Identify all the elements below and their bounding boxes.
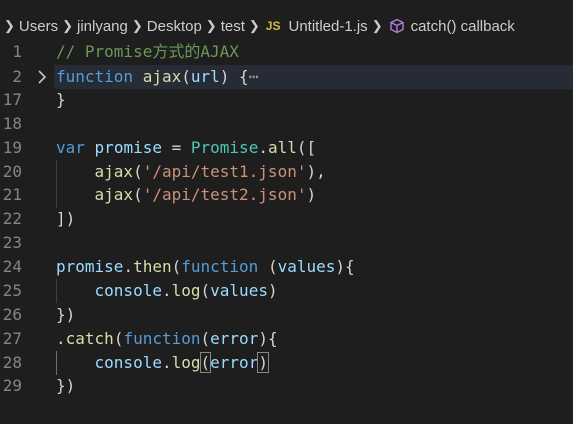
- line-number: 20: [2, 162, 22, 181]
- code-line: ajax('/api/test2.json'): [56, 183, 317, 207]
- line-number: 27: [2, 329, 22, 348]
- code-punct: ): [267, 281, 278, 300]
- line-number: 18: [2, 114, 22, 133]
- code-punct: ){: [335, 257, 355, 276]
- code-class: Promise: [190, 138, 259, 157]
- line-number: 24: [2, 257, 22, 276]
- code-method: all: [267, 138, 297, 157]
- code-punct: (: [181, 67, 191, 86]
- code-line: promise.then(function (values){: [56, 255, 355, 279]
- line-number: 21: [2, 185, 22, 204]
- code-string: '/api/test1.json': [142, 162, 307, 181]
- matched-bracket: (: [199, 352, 212, 373]
- breadcrumb-file[interactable]: Untitled-1.js: [288, 18, 367, 35]
- breadcrumb: ❯ Users ❯ jinlyang ❯ Desktop ❯ test ❯ JS…: [0, 14, 573, 38]
- code-editor[interactable]: ❯ Users ❯ jinlyang ❯ Desktop ❯ test ❯ JS…: [0, 0, 573, 424]
- code-method: log: [171, 353, 201, 372]
- code-keyword: function: [123, 329, 201, 348]
- code-punct: ([: [296, 138, 317, 157]
- code-line: }: [56, 88, 66, 112]
- code-method: log: [171, 281, 201, 300]
- code-argument: error: [210, 353, 259, 372]
- code-punct: ): [306, 185, 317, 204]
- code-punct: }: [56, 90, 66, 109]
- code-punct: .: [258, 138, 268, 157]
- breadcrumb-users[interactable]: Users: [19, 18, 58, 35]
- chevron-right-icon: ❯: [248, 18, 260, 33]
- code-line: ajax('/api/test1.json'),: [56, 160, 326, 184]
- line-number: 1: [12, 42, 22, 61]
- line-number: 25: [2, 281, 22, 300]
- line-number: 26: [2, 305, 22, 324]
- code-punct: .: [56, 329, 66, 348]
- code-punct: (: [133, 162, 143, 181]
- line-number: 17: [2, 90, 22, 109]
- chevron-right-icon: ❯: [205, 18, 217, 33]
- code-variable: console: [94, 353, 162, 372]
- code-line: // Promise方式的AJAX: [56, 40, 239, 64]
- code-punct: (: [133, 185, 143, 204]
- code-punct: ){: [258, 329, 278, 348]
- code-line: .catch(function(error){: [56, 327, 278, 351]
- line-number: 23: [2, 233, 22, 252]
- breadcrumb-symbol[interactable]: catch() callback: [411, 18, 515, 35]
- code-punct: ]): [56, 209, 76, 228]
- method-cube-icon: [389, 18, 404, 34]
- code-punct: =: [161, 138, 191, 157]
- code-function-call: ajax: [94, 162, 134, 181]
- code-param: values: [277, 257, 336, 276]
- code-line: var promise = Promise.all([: [56, 136, 316, 160]
- breadcrumb-test-folder[interactable]: test: [221, 18, 245, 35]
- folded-ellipsis-icon[interactable]: ⋯: [249, 67, 259, 86]
- code-punct: ),: [306, 162, 326, 181]
- code-punct: ) {: [219, 67, 249, 86]
- line-number: 22: [2, 209, 22, 228]
- line-number: 29: [2, 376, 22, 395]
- code-line: ]): [56, 207, 75, 231]
- code-function-name: ajax: [142, 67, 182, 86]
- code-keyword: function: [56, 67, 134, 86]
- chevron-right-icon: ❯: [62, 18, 73, 33]
- code-keyword: var: [56, 138, 85, 157]
- line-number: 2: [12, 67, 22, 86]
- code-punct: (: [200, 281, 211, 300]
- chevron-right-icon: ❯: [4, 18, 15, 33]
- fold-chevron-icon[interactable]: [35, 67, 49, 87]
- code-variable: promise: [94, 138, 162, 157]
- line-number: 19: [2, 138, 22, 157]
- code-variable: promise: [56, 257, 124, 276]
- breadcrumb-user-folder[interactable]: jinlyang: [77, 18, 128, 35]
- code-variable: console: [94, 281, 162, 300]
- code-line: }): [56, 374, 75, 398]
- code-punct: (: [113, 329, 124, 348]
- code-line: console.log(values): [56, 279, 278, 303]
- code-punct: (: [171, 257, 182, 276]
- code-comment: // Promise方式的AJAX: [56, 42, 239, 61]
- code-punct: .: [161, 281, 172, 300]
- code-method: then: [133, 257, 172, 276]
- code-punct: .: [123, 257, 134, 276]
- code-line: console.log(error): [56, 351, 269, 375]
- chevron-right-icon: ❯: [371, 18, 383, 33]
- code-param: url: [190, 67, 220, 86]
- matched-bracket: ): [257, 352, 269, 373]
- code-line: function ajax(url) {⋯: [56, 65, 258, 89]
- code-punct: }): [56, 305, 76, 324]
- code-method: catch: [65, 329, 114, 348]
- code-param: error: [210, 329, 259, 348]
- code-punct: (: [200, 329, 211, 348]
- code-line: }): [56, 303, 75, 327]
- code-argument: values: [210, 281, 268, 300]
- code-punct: }): [56, 376, 76, 395]
- breadcrumb-desktop[interactable]: Desktop: [147, 18, 202, 35]
- chevron-right-icon: ❯: [131, 18, 143, 33]
- js-file-icon: JS: [265, 19, 281, 33]
- code-punct: .: [161, 353, 172, 372]
- code-punct: (: [258, 257, 278, 276]
- code-keyword: function: [181, 257, 259, 276]
- code-function-call: ajax: [94, 185, 134, 204]
- line-number: 28: [2, 353, 22, 372]
- code-string: '/api/test2.json': [142, 185, 307, 204]
